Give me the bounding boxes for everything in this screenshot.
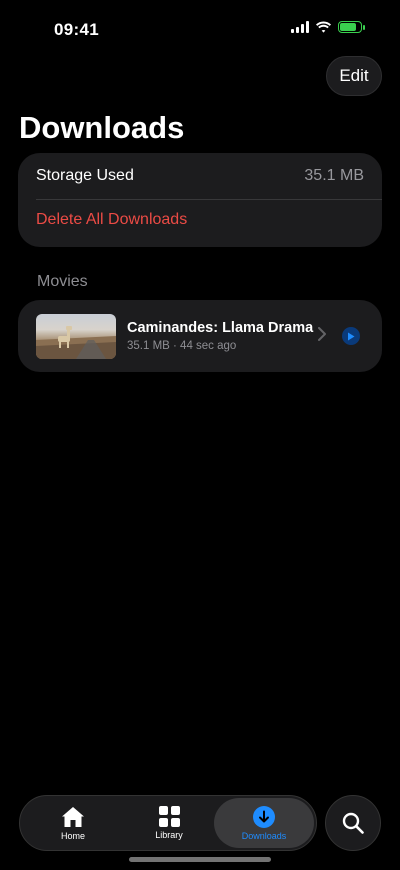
home-icon (62, 806, 84, 827)
download-icon (253, 805, 275, 828)
tab-home[interactable]: Home (38, 796, 108, 850)
movie-thumbnail (36, 314, 116, 359)
movie-title: Caminandes: Llama Drama (127, 320, 314, 336)
movie-row[interactable]: Caminandes: Llama Drama 35.1 MB · 44 sec… (18, 300, 382, 372)
tab-library-label: Library (155, 830, 183, 840)
chevron-right-icon (318, 327, 326, 346)
movie-meta: 35.1 MB · 44 sec ago (127, 340, 237, 352)
search-button[interactable] (325, 795, 381, 851)
home-indicator (129, 857, 271, 862)
wifi-icon (316, 21, 331, 33)
tab-bar: Home Library Downloads (19, 795, 317, 851)
tab-downloads[interactable]: Downloads (214, 798, 314, 848)
tab-home-label: Home (60, 830, 85, 841)
status-icons (291, 21, 365, 33)
storage-used-row: Storage Used 35.1 MB (36, 153, 364, 199)
divider (36, 199, 382, 200)
status-time: 09:41 (54, 20, 99, 39)
play-icon (348, 332, 355, 340)
grid-icon (158, 806, 180, 827)
delete-all-downloads-button[interactable]: Delete All Downloads (36, 211, 187, 229)
signal-icon (291, 21, 309, 33)
storage-used-label: Storage Used (36, 167, 134, 184)
edit-button[interactable]: Edit (326, 56, 382, 96)
storage-card: Storage Used 35.1 MB Delete All Download… (18, 153, 382, 247)
tab-downloads-label: Downloads (241, 830, 287, 841)
play-button[interactable] (342, 327, 360, 345)
tab-library[interactable]: Library (134, 796, 204, 850)
search-icon (342, 812, 364, 834)
page-title: Downloads (19, 110, 185, 145)
storage-used-value: 35.1 MB (304, 167, 364, 184)
section-header-movies: Movies (37, 273, 88, 290)
battery-charging-icon (338, 21, 365, 33)
